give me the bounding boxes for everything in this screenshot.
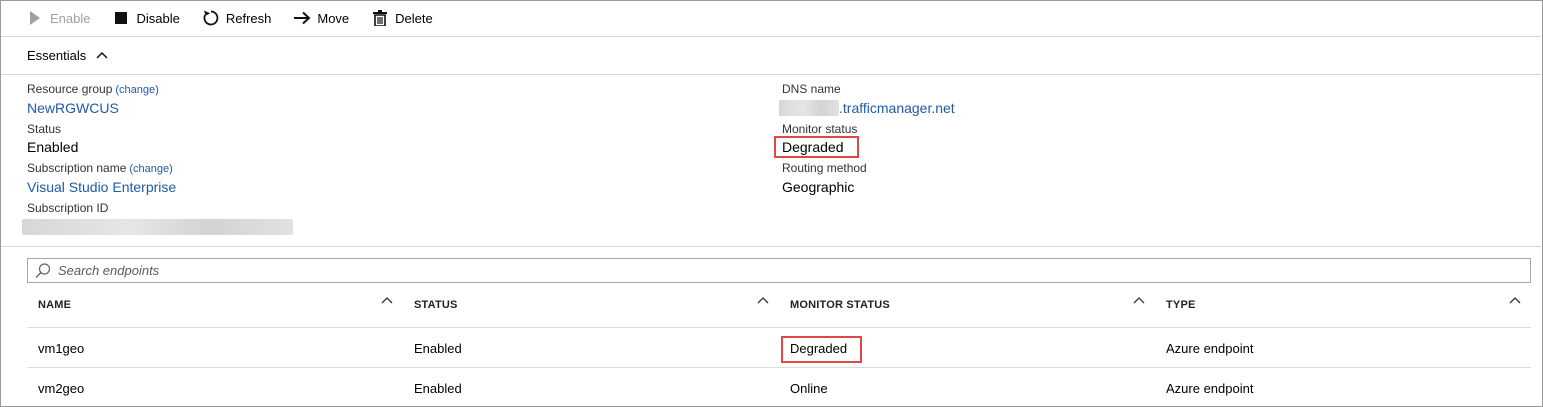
column-header-status[interactable]: STATUS: [414, 299, 458, 311]
cell-monitor-status: Degraded: [790, 341, 848, 356]
cell-status: Enabled: [414, 341, 462, 356]
column-header-type[interactable]: TYPE: [1166, 299, 1196, 311]
sort-up-icon[interactable]: [1133, 296, 1145, 306]
dns-name-suffix: .trafficmanager.net: [839, 100, 955, 116]
delete-label: Delete: [395, 10, 433, 26]
column-header-monitor-status[interactable]: MONITOR STATUS: [790, 299, 890, 311]
column-header-name[interactable]: NAME: [38, 299, 71, 311]
header-row-divider: [27, 327, 1531, 328]
resource-group-value[interactable]: NewRGWCUS: [27, 100, 119, 116]
essentials-toggle[interactable]: Essentials: [27, 37, 108, 74]
cell-status: Enabled: [414, 381, 462, 396]
search-box[interactable]: [27, 258, 1531, 283]
move-label: Move: [317, 10, 350, 26]
status-value: Enabled: [27, 139, 79, 155]
toolbar-divider: [1, 36, 1541, 37]
dns-name-value: .trafficmanager.net: [779, 100, 955, 116]
resource-group-label: Resource group (change): [27, 82, 159, 96]
dns-name-label: DNS name: [782, 82, 841, 96]
essentials-divider: [1, 74, 1541, 75]
cell-monitor-status: Online: [790, 381, 828, 396]
sort-up-icon[interactable]: [757, 296, 769, 306]
essentials-bottom-divider: [1, 246, 1541, 247]
resource-group-change-link[interactable]: (change): [115, 84, 158, 96]
cell-name: vm1geo: [38, 341, 85, 356]
routing-method-value: Geographic: [782, 179, 855, 195]
enable-label: Enable: [50, 10, 91, 26]
move-button[interactable]: Move: [293, 0, 349, 36]
subscription-name-change-link[interactable]: (change): [129, 163, 172, 175]
window-frame: [0, 0, 1543, 407]
sort-up-icon[interactable]: [381, 296, 393, 306]
subscription-id-label: Subscription ID: [27, 201, 109, 215]
sort-up-icon[interactable]: [1509, 296, 1521, 306]
subscription-name-value[interactable]: Visual Studio Enterprise: [27, 179, 176, 195]
delete-button[interactable]: Delete: [371, 0, 433, 36]
enable-button[interactable]: Enable: [26, 0, 90, 36]
cell-type: Azure endpoint: [1166, 381, 1254, 396]
trash-icon: [371, 9, 389, 27]
dns-name-redacted: [779, 100, 839, 116]
search-input[interactable]: [58, 263, 1458, 278]
monitor-status-value: Degraded: [782, 139, 844, 155]
routing-method-label: Routing method: [782, 161, 867, 175]
resource-group-label-text: Resource group: [27, 82, 113, 96]
disable-label: Disable: [136, 10, 180, 26]
subscription-id-redacted: [22, 219, 293, 240]
stop-icon: [112, 9, 130, 27]
command-toolbar: Enable Disable Refresh Move Delete: [0, 0, 1541, 36]
subscription-name-label: Subscription name (change): [27, 161, 173, 175]
essentials-title: Essentials: [27, 48, 87, 63]
refresh-icon: [202, 9, 220, 27]
disable-button[interactable]: Disable: [112, 0, 180, 36]
monitor-status-label: Monitor status: [782, 122, 858, 136]
cell-name: vm2geo: [38, 381, 85, 396]
row-divider: [27, 367, 1531, 368]
subscription-name-label-text: Subscription name: [27, 161, 127, 175]
arrow-right-icon: [293, 9, 311, 27]
refresh-button[interactable]: Refresh: [202, 0, 272, 36]
refresh-label: Refresh: [225, 10, 272, 26]
chevron-up-icon: [96, 51, 108, 61]
cell-type: Azure endpoint: [1166, 341, 1254, 356]
search-icon: [34, 262, 52, 280]
status-label: Status: [27, 122, 62, 136]
play-icon: [26, 9, 44, 27]
